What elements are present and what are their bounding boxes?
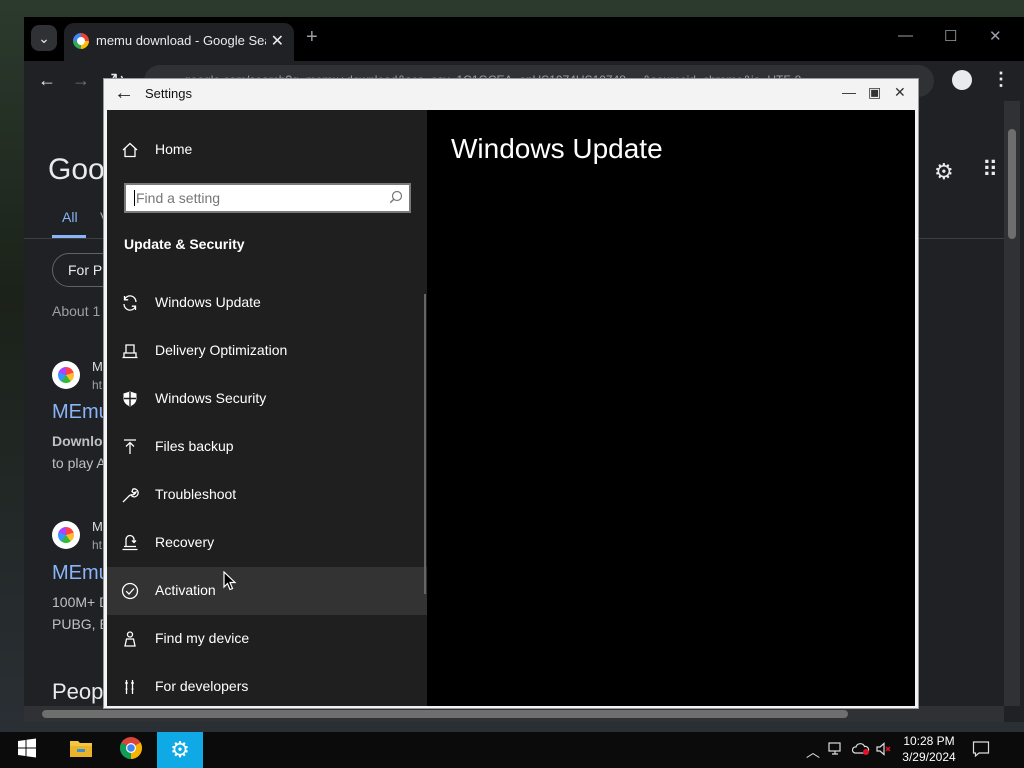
nav-home[interactable]: Home (107, 130, 427, 170)
chrome-minimize-button[interactable]: — (898, 27, 913, 44)
settings-window: ← Settings — ▣ ✕ Home Update & Security (103, 78, 919, 709)
result-site-name: M (92, 519, 103, 534)
nav-item-files-backup[interactable]: Files backup (107, 423, 427, 471)
result-snippet: 100M+ D (52, 594, 110, 610)
search-input[interactable] (136, 189, 376, 207)
settings-close-button[interactable]: ✕ (894, 84, 906, 101)
settings-nav-pane: Home Update & Security Windows Update (107, 110, 427, 706)
shield-icon (119, 388, 141, 410)
nav-item-find-my-device[interactable]: Find my device (107, 615, 427, 663)
taskbar: ⚙ ︿ 10:28 PM 3/29/2024 (0, 732, 1024, 768)
show-hidden-icons-icon[interactable]: ︿ (806, 742, 820, 762)
settings-content-pane: Windows Update (427, 110, 915, 706)
nav-item-windows-security[interactable]: Windows Security (107, 375, 427, 423)
nav-item-label: For developers (155, 678, 249, 694)
chrome-menu-icon[interactable]: ⋮ (992, 69, 1010, 90)
new-tab-button[interactable]: + (306, 26, 318, 49)
developer-tools-icon (119, 676, 141, 698)
nav-item-label: Find my device (155, 630, 250, 646)
google-logo[interactable]: Goo (48, 153, 105, 187)
result-url[interactable]: ht (92, 538, 102, 552)
tab-close-icon[interactable]: ✕ (271, 31, 284, 51)
forward-button[interactable]: → (72, 70, 90, 91)
settings-gear-icon: ⚙ (170, 737, 190, 762)
google-favicon-icon (73, 33, 89, 49)
nav-item-label: Windows Security (155, 390, 267, 406)
settings-minimize-button[interactable]: — (842, 84, 856, 100)
result-site-name: M (92, 359, 103, 374)
settings-taskbar-button[interactable]: ⚙ (157, 732, 203, 768)
result-snippet: PUBG, E (52, 616, 109, 632)
nav-item-label: Troubleshoot (155, 486, 237, 502)
gear-icon[interactable]: ⚙ (934, 159, 954, 185)
scrollbar-thumb[interactable] (1008, 129, 1016, 239)
search-tab-all[interactable]: All (62, 209, 78, 225)
nav-home-label: Home (155, 141, 193, 157)
nav-item-windows-update[interactable]: Windows Update (107, 279, 427, 327)
nav-item-label: Files backup (155, 438, 234, 454)
wrench-icon (119, 484, 141, 506)
chrome-close-button[interactable]: ✕ (989, 27, 1002, 45)
settings-title-bar: ← Settings — ▣ ✕ (104, 79, 918, 109)
browser-tab[interactable]: memu download - Google Search ✕ (64, 23, 294, 61)
result-url[interactable]: ht (92, 378, 102, 392)
nav-scrollbar[interactable] (424, 294, 426, 594)
search-icon[interactable] (389, 190, 403, 209)
result-snippet: to play A (52, 455, 106, 471)
vertical-scrollbar[interactable] (1004, 101, 1020, 706)
nav-item-delivery-optimization[interactable]: Delivery Optimization (107, 327, 427, 375)
chrome-tab-bar: ⌄ memu download - Google Search ✕ + — ☐ … (24, 17, 1024, 61)
file-explorer-icon (69, 738, 93, 763)
mouse-cursor-icon (223, 570, 237, 596)
check-circle-icon (119, 580, 141, 602)
find-setting-search[interactable] (124, 183, 411, 213)
section-heading: Update & Security (124, 236, 245, 252)
onedrive-icon[interactable] (851, 742, 870, 759)
nav-item-for-developers[interactable]: For developers (107, 663, 427, 706)
result-title-link[interactable]: MEmu (52, 562, 110, 585)
home-icon (119, 139, 141, 161)
clock-time[interactable]: 10:28 PM (896, 734, 962, 748)
refresh-icon (119, 292, 141, 314)
result-snippet: Downlo (52, 433, 103, 449)
upload-arrow-icon (119, 436, 141, 458)
settings-window-title: Settings (145, 86, 192, 101)
back-button[interactable]: ← (38, 70, 56, 91)
nav-item-recovery[interactable]: Recovery (107, 519, 427, 567)
person-location-icon (119, 628, 141, 650)
notification-center-icon[interactable] (972, 740, 990, 761)
network-icon[interactable] (828, 742, 844, 759)
chrome-maximize-button[interactable]: ☐ (944, 27, 957, 45)
page-title: Windows Update (451, 133, 663, 164)
chrome-icon (119, 736, 143, 765)
tab-title: memu download - Google Search (96, 33, 266, 48)
chrome-taskbar-button[interactable] (108, 732, 154, 768)
nav-item-label: Windows Update (155, 294, 261, 310)
file-explorer-button[interactable] (58, 732, 104, 768)
profile-avatar-icon[interactable] (952, 70, 972, 90)
nav-item-activation[interactable]: Activation (107, 567, 427, 615)
volume-muted-icon[interactable] (876, 742, 892, 759)
scrollbar-thumb[interactable] (42, 710, 848, 718)
back-arrow-icon[interactable]: ← (114, 82, 134, 105)
start-button[interactable] (4, 732, 50, 768)
apps-grid-icon[interactable]: ⠿ (982, 157, 998, 183)
settings-maximize-button[interactable]: ▣ (868, 84, 881, 101)
clock-date[interactable]: 3/29/2024 (896, 750, 962, 764)
people-also-ask-heading: Peop (52, 679, 104, 704)
nav-item-label: Recovery (155, 534, 215, 550)
nav-item-label: Activation (155, 582, 216, 598)
memu-favicon-icon (52, 521, 80, 549)
result-title-link[interactable]: MEmu (52, 401, 110, 424)
settings-body: Home Update & Security Windows Update (107, 110, 915, 706)
memu-favicon-icon (52, 361, 80, 389)
windows-logo-icon (17, 738, 37, 763)
tab-search-button[interactable]: ⌄ (31, 25, 57, 51)
result-stats: About 1 (52, 303, 101, 319)
nav-item-label: Delivery Optimization (155, 342, 288, 358)
text-caret (134, 190, 135, 206)
nav-item-troubleshoot[interactable]: Troubleshoot (107, 471, 427, 519)
recovery-icon (119, 532, 141, 554)
delivery-optimization-icon (119, 340, 141, 362)
